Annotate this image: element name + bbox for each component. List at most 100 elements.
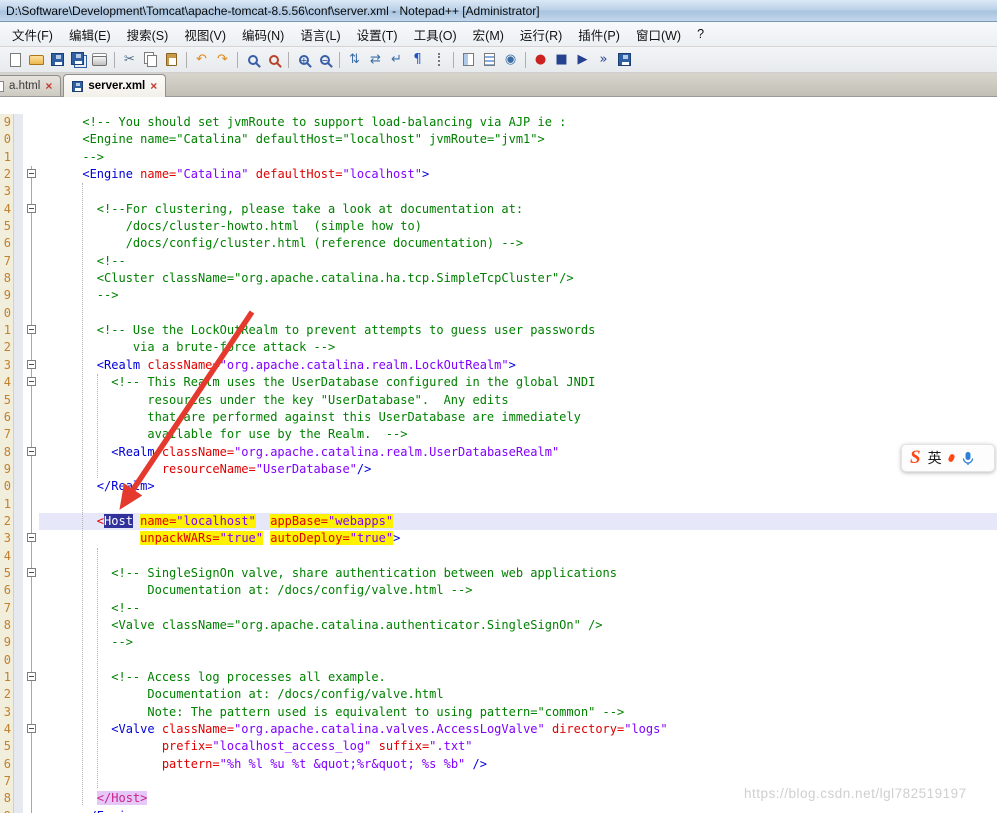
show-all-chars-icon[interactable]: ¶ — [407, 49, 428, 70]
code-text[interactable]: <Realm className="org.apache.catalina.re… — [39, 444, 997, 461]
code-text[interactable]: available for use by the Realm. --> — [39, 426, 997, 443]
run-macro-multiple-icon[interactable]: » — [593, 49, 614, 70]
menu-item-4[interactable]: 视图(V) — [176, 22, 234, 47]
bookmark-margin[interactable] — [14, 651, 23, 669]
code-text[interactable] — [39, 548, 997, 565]
menu-item-5[interactable]: 编码(N) — [234, 22, 292, 47]
bookmark-margin[interactable] — [14, 148, 23, 167]
bookmark-margin[interactable] — [14, 322, 23, 340]
fold-collapse-icon[interactable] — [26, 203, 36, 213]
bookmark-margin[interactable] — [14, 131, 23, 149]
sync-horizontal-icon[interactable]: ⇄ — [365, 49, 386, 70]
print-icon[interactable] — [89, 49, 110, 70]
code-text[interactable]: --> — [39, 634, 997, 651]
replace-icon[interactable] — [263, 49, 284, 70]
ime-pen-icon[interactable] — [947, 453, 956, 463]
code-text[interactable]: pattern="%h %l %u %t &quot;%r&quot; %s %… — [39, 756, 997, 773]
code-text[interactable]: --> — [39, 287, 997, 304]
bookmark-margin[interactable] — [14, 703, 23, 722]
code-text[interactable]: Documentation at: /docs/config/valve.htm… — [39, 686, 997, 703]
bookmark-margin[interactable] — [14, 304, 23, 323]
code-text[interactable]: <!-- This Realm uses the UserDatabase co… — [39, 374, 997, 391]
bookmark-margin[interactable] — [14, 218, 23, 236]
fold-collapse-icon[interactable] — [26, 567, 36, 577]
code-text[interactable]: </Realm> — [39, 478, 997, 495]
bookmark-margin[interactable] — [14, 755, 23, 774]
indent-guide-icon[interactable] — [428, 49, 449, 70]
undo-icon[interactable]: ↶ — [191, 49, 212, 70]
ime-language-label[interactable]: 英 — [928, 448, 942, 468]
sync-vertical-icon[interactable]: ⇅ — [344, 49, 365, 70]
bookmark-margin[interactable] — [14, 738, 23, 756]
menu-item-13[interactable]: ? — [689, 24, 712, 44]
tab-server-xml[interactable]: server.xml × — [63, 74, 167, 97]
fold-collapse-icon[interactable] — [26, 446, 36, 456]
monitoring-icon[interactable]: ◉ — [500, 49, 521, 70]
bookmark-margin[interactable] — [14, 252, 23, 271]
find-icon[interactable] — [242, 49, 263, 70]
bookmark-margin[interactable] — [14, 616, 23, 635]
bookmark-margin[interactable] — [14, 634, 23, 652]
code-text[interactable] — [39, 652, 997, 669]
code-text[interactable]: <!-- Access log processes all example. — [39, 669, 997, 686]
bookmark-margin[interactable] — [14, 599, 23, 617]
record-macro-icon[interactable]: ● — [530, 49, 551, 70]
code-text[interactable] — [39, 305, 997, 322]
bookmark-margin[interactable] — [14, 183, 23, 201]
code-text[interactable]: <Valve className="org.apache.catalina.au… — [39, 617, 997, 634]
menu-item-2[interactable]: 编辑(E) — [61, 22, 119, 47]
save-icon[interactable] — [47, 49, 68, 70]
bookmark-margin[interactable] — [14, 495, 23, 513]
bookmark-margin[interactable] — [14, 686, 23, 704]
bookmark-margin[interactable] — [14, 478, 23, 496]
bookmark-margin[interactable] — [14, 166, 23, 184]
code-text[interactable]: resources under the key "UserDatabase". … — [39, 392, 997, 409]
bookmark-margin[interactable] — [14, 790, 23, 808]
bookmark-margin[interactable] — [14, 235, 23, 253]
code-text[interactable]: <Host name="localhost" appBase="webapps" — [39, 512, 997, 531]
tab-a-html[interactable]: a.html × — [0, 75, 62, 96]
sogou-logo-icon[interactable]: S — [910, 447, 921, 469]
bookmark-margin[interactable] — [14, 339, 23, 357]
code-text[interactable]: --> — [39, 149, 997, 166]
bookmark-margin[interactable] — [14, 807, 23, 813]
menu-item-12[interactable]: 窗口(W) — [628, 22, 689, 47]
fold-collapse-icon[interactable] — [26, 377, 36, 387]
bookmark-margin[interactable] — [14, 287, 23, 305]
bookmark-margin[interactable] — [14, 408, 23, 427]
code-text[interactable]: Documentation at: /docs/config/valve.htm… — [39, 582, 997, 599]
code-text[interactable]: <Engine name="Catalina" defaultHost="loc… — [39, 131, 997, 148]
code-text[interactable]: <!-- SingleSignOn valve, share authentic… — [39, 565, 997, 582]
bookmark-margin[interactable] — [14, 512, 23, 531]
bookmark-margin[interactable] — [14, 426, 23, 444]
fold-collapse-icon[interactable] — [26, 325, 36, 335]
menu-item-10[interactable]: 运行(R) — [512, 22, 570, 47]
bookmark-margin[interactable] — [14, 200, 23, 219]
bookmark-margin[interactable] — [14, 721, 23, 739]
code-text[interactable]: <!-- Use the LockOutRealm to prevent att… — [39, 322, 997, 339]
bookmark-margin[interactable] — [14, 460, 23, 479]
bookmark-margin[interactable] — [14, 530, 23, 548]
zoom-out-icon[interactable]: − — [314, 49, 335, 70]
copy-icon[interactable] — [140, 49, 161, 70]
bookmark-margin[interactable] — [14, 356, 23, 375]
zoom-in-icon[interactable]: + — [293, 49, 314, 70]
code-text[interactable]: <Cluster className="org.apache.catalina.… — [39, 270, 997, 287]
code-text[interactable]: <!-- — [39, 253, 997, 270]
code-text[interactable]: <!-- You should set jvmRoute to support … — [39, 114, 997, 131]
bookmark-margin[interactable] — [14, 391, 23, 409]
stop-macro-icon[interactable]: ■ — [551, 49, 572, 70]
menu-item-7[interactable]: 设置(T) — [349, 22, 406, 47]
open-file-icon[interactable] — [26, 49, 47, 70]
code-text[interactable]: /docs/cluster-howto.html (simple how to) — [39, 218, 997, 235]
menu-item-6[interactable]: 语言(L) — [292, 22, 348, 47]
bookmark-margin[interactable] — [14, 374, 23, 392]
bookmark-margin[interactable] — [14, 270, 23, 288]
code-text[interactable]: prefix="localhost_access_log" suffix=".t… — [39, 738, 997, 755]
new-file-icon[interactable] — [5, 49, 26, 70]
code-text[interactable]: via a brute-force attack --> — [39, 339, 997, 356]
fold-collapse-icon[interactable] — [26, 359, 36, 369]
save-all-icon[interactable] — [68, 49, 89, 70]
bookmark-margin[interactable] — [14, 443, 23, 461]
bookmark-margin[interactable] — [14, 773, 23, 791]
